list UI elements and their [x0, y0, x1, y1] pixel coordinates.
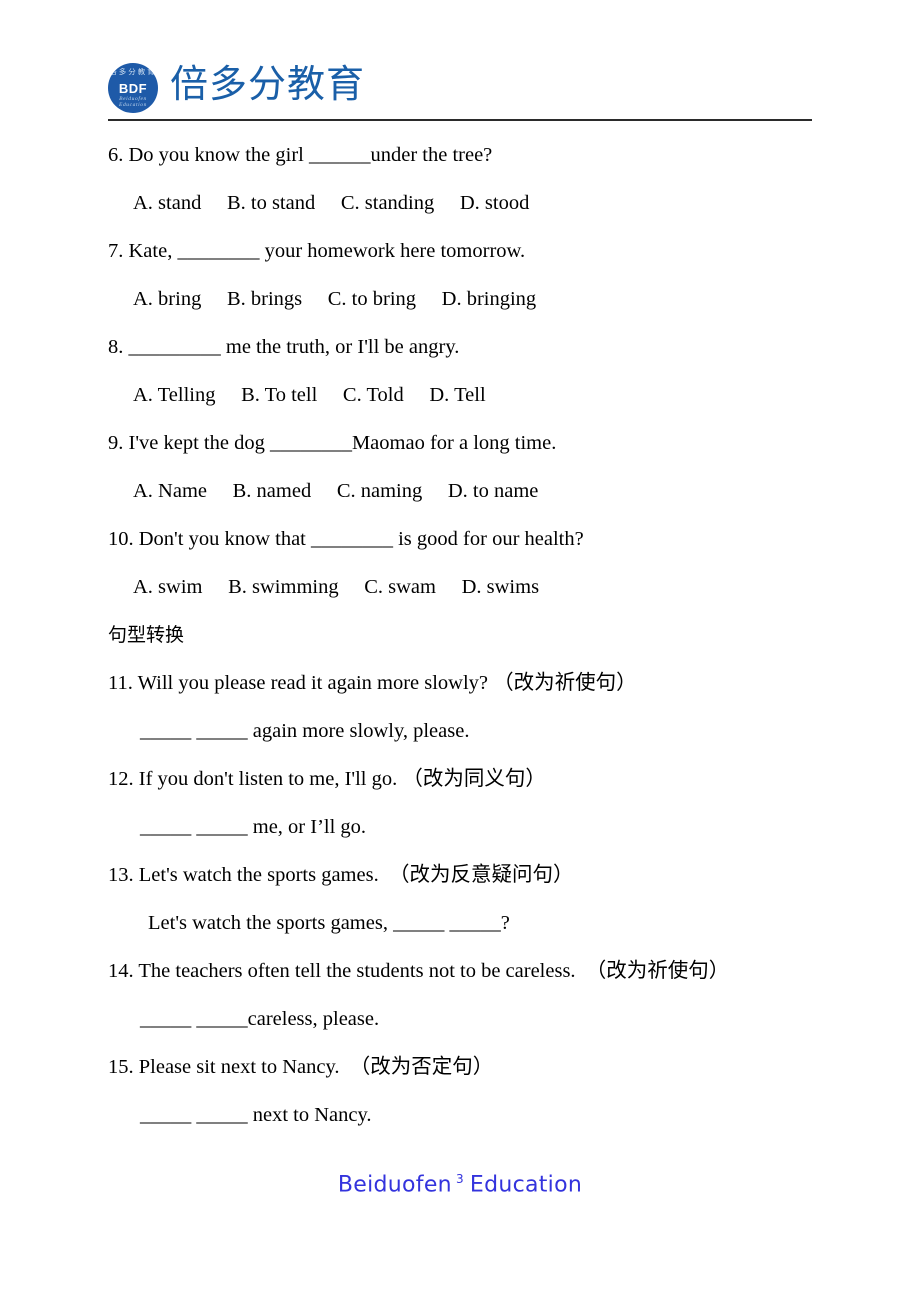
answer-line: _____ _____ again more slowly, please. [140, 720, 470, 742]
question-options: A. Name B. named C. naming D. to name [133, 480, 539, 502]
question-options: A. stand B. to stand C. standing D. stoo… [133, 192, 530, 214]
question-stem: 8. _________ me the truth, or I'll be an… [108, 336, 460, 358]
question-stem: 15. Please sit next to Nancy. （改为否定句） [108, 1056, 494, 1078]
question-stem: 12. If you don't listen to me, I'll go. … [108, 768, 546, 790]
page-number: 3 [455, 1172, 464, 1186]
question-stem: 13. Let's watch the sports games. （改为反意疑… [108, 864, 574, 886]
section-heading: 句型转换 [108, 624, 185, 646]
header-divider [108, 119, 812, 121]
page-header: 倍多分教育 BDF Beiduofen Education 倍多分教育 [108, 56, 812, 118]
page-footer: Beiduofen 3 Education [0, 1172, 920, 1197]
question-stem: 9. I've kept the dog ________Maomao for … [108, 432, 557, 454]
question-stem: 11. Will you please read it again more s… [108, 672, 637, 694]
brand-logo-icon: 倍多分教育 BDF Beiduofen Education [108, 63, 158, 113]
brand-title: 倍多分教育 [170, 62, 366, 106]
question-stem: 6. Do you know the girl ______under the … [108, 144, 493, 166]
question-stem: 7. Kate, ________ your homework here tom… [108, 240, 526, 262]
answer-line: _____ _____ me, or I’ll go. [140, 816, 367, 838]
footer-brand-left: Beiduofen [337, 1172, 452, 1198]
answer-line: _____ _____ next to Nancy. [140, 1104, 372, 1126]
question-options: A. swim B. swimming C. swam D. swims [133, 576, 540, 598]
question-options: A. bring B. brings C. to bring D. bringi… [133, 288, 537, 310]
footer-brand-right: Education [469, 1172, 583, 1198]
question-options: A. Telling B. To tell C. Told D. Tell [133, 384, 486, 406]
logo-monogram: BDF [118, 81, 148, 96]
logo-ring-top-text: 倍多分教育 [109, 67, 157, 76]
answer-line: Let's watch the sports games, _____ ____… [148, 912, 510, 934]
logo-ring-bottom-text: Beiduofen Education [118, 96, 147, 108]
answer-line: _____ _____careless, please. [140, 1008, 380, 1030]
document-body: 6. Do you know the girl ______under the … [0, 131, 920, 1139]
question-stem: 10. Don't you know that ________ is good… [108, 528, 584, 550]
question-stem: 14. The teachers often tell the students… [108, 960, 730, 982]
